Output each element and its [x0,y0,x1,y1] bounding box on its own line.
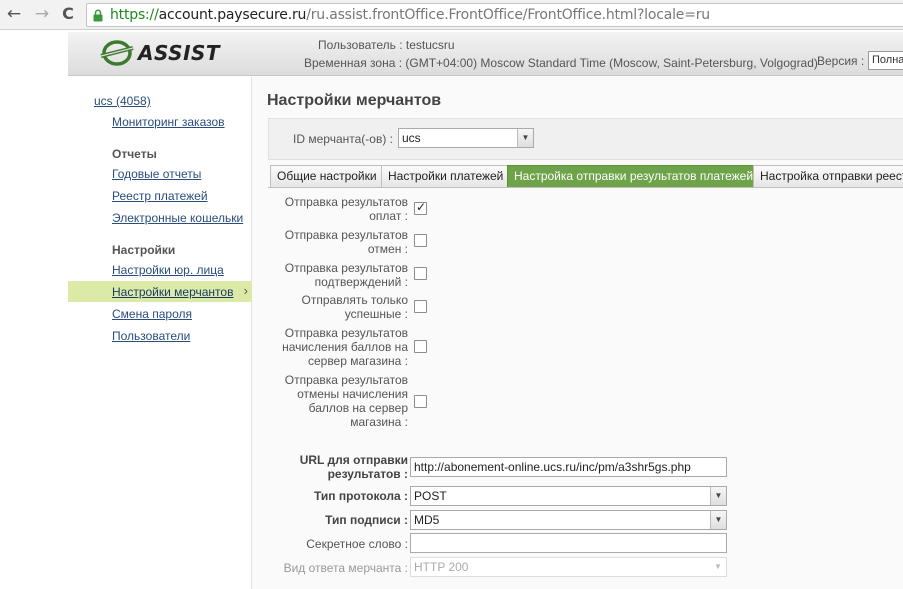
version-select[interactable]: Полная [868,51,903,70]
main-content: Настройки мерчантов ID мерчанта(-ов) : u… [252,77,903,589]
user-value: testucsru [405,38,455,52]
merchant-response-select[interactable]: HTTP 200 ▼ [410,557,727,577]
timezone-info: Временная зона : (GMT+04:00) Moscow Stan… [304,56,818,70]
sidebar: ucs (4058) Мониторинг заказов Отчеты Год… [68,77,252,589]
address-bar[interactable]: https://account.paysecure.ru/ru.assist.f… [86,3,903,27]
protocol-type-select[interactable]: POST ▼ [410,486,727,506]
page-title: Настройки мерчантов [267,92,442,109]
lock-icon [93,9,103,22]
sidebar-item-merchant-settings-label: Настройки мерчантов [112,285,234,299]
signature-type-label: Тип подписи : [325,513,408,527]
chevron-down-icon: ▼ [710,487,726,505]
result-url-label: URL для отправки результатов : [299,453,408,481]
sidebar-item-change-password[interactable]: Смена пароля [112,307,192,321]
timezone-label: Временная зона : [304,56,403,70]
url-path: /ru.assist.frontOffice.FrontOffice/Front… [306,7,710,23]
send-only-success-label: Отправлять только успешные : [301,293,408,321]
send-payment-results-checkbox[interactable] [414,200,427,215]
url-host: account.paysecure.ru [158,7,307,23]
sidebar-item-annual-reports[interactable]: Годовые отчеты [112,167,201,181]
tab-general-settings[interactable]: Общие настройки [270,165,384,187]
secret-word-input[interactable] [410,533,727,553]
page-header: ASSIST Пользователь : testucsru Временна… [68,32,903,76]
sidebar-item-e-wallets[interactable]: Электронные кошельки [112,211,243,225]
back-arrow-icon[interactable]: ← [4,4,24,24]
tab-result-sending[interactable]: Настройка отправки результатов платежей [507,165,761,187]
send-payment-results-label: Отправка результатов оплат : [284,195,408,223]
sidebar-account-link[interactable]: ucs (4058) [94,94,151,108]
send-points-results-checkbox[interactable] [414,340,427,353]
protocol-type-value: POST [414,489,447,503]
protocol-type-label: Тип протокола : [314,489,408,503]
assist-logo[interactable]: ASSIST [100,38,220,68]
version-label: Версия : [817,54,865,68]
merchant-filter-panel: ID мерчанта(-ов) : ucs ▼ [268,118,903,160]
chevron-down-icon: ▼ [517,129,533,147]
url-text: https://account.paysecure.ru/ru.assist.f… [110,7,710,23]
sidebar-heading-reports: Отчеты [112,147,157,161]
tab-registry-sending[interactable]: Настройка отправки реестров [753,165,903,187]
sidebar-item-monitoring[interactable]: Мониторинг заказов [112,115,225,129]
secret-word-label: Секретное слово : [306,537,408,551]
chevron-right-icon: › [243,283,248,298]
merchant-id-value: ucs [402,131,421,145]
url-scheme: https:// [110,7,159,23]
timezone-value: (GMT+04:00) Moscow Standard Time (Moscow… [405,56,818,70]
logo-text: ASSIST [138,41,221,65]
sidebar-item-payment-registry[interactable]: Реестр платежей [112,189,208,203]
merchant-id-select[interactable]: ucs ▼ [398,128,534,148]
send-cancel-results-label: Отправка результатов отмен : [284,228,408,256]
sidebar-item-merchant-settings[interactable]: Настройки мерчантов › [68,281,252,302]
send-only-success-checkbox[interactable] [414,300,427,313]
send-points-cancel-label: Отправка результатов отмены начисления б… [284,373,408,429]
result-url-input[interactable]: http://abonement-online.ucs.ru/inc/pm/a3… [410,457,727,477]
send-cancel-results-checkbox[interactable] [414,234,427,247]
assist-logo-icon [100,40,134,66]
page-margin [0,30,68,589]
tab-divider [268,187,903,188]
sidebar-item-legal-entity[interactable]: Настройки юр. лица [112,263,224,277]
send-confirm-results-label: Отправка результатов подтверждений : [284,261,408,289]
chevron-down-icon: ▼ [710,558,726,576]
chevron-down-icon: ▼ [710,511,726,529]
browser-toolbar: ← → C https://account.paysecure.ru/ru.as… [0,0,903,30]
send-confirm-results-checkbox[interactable] [414,267,427,280]
merchant-id-label: ID мерчанта(-ов) : [293,132,393,146]
signature-type-select[interactable]: MD5 ▼ [410,510,727,530]
merchant-response-label: Вид ответа мерчанта : [283,561,408,575]
signature-type-value: MD5 [414,513,440,527]
user-info: Пользователь : testucsru [318,38,455,52]
sidebar-heading-settings: Настройки [112,243,176,257]
tab-payment-settings[interactable]: Настройки платежей [381,165,511,187]
forward-arrow-icon[interactable]: → [32,4,52,24]
reload-icon[interactable]: C [58,4,78,24]
send-points-cancel-checkbox[interactable] [414,395,427,408]
user-label: Пользователь : [318,38,403,52]
merchant-response-value: HTTP 200 [414,560,469,574]
sidebar-item-users[interactable]: Пользователи [112,329,190,343]
send-points-results-label: Отправка результатов начисления баллов н… [282,326,408,368]
